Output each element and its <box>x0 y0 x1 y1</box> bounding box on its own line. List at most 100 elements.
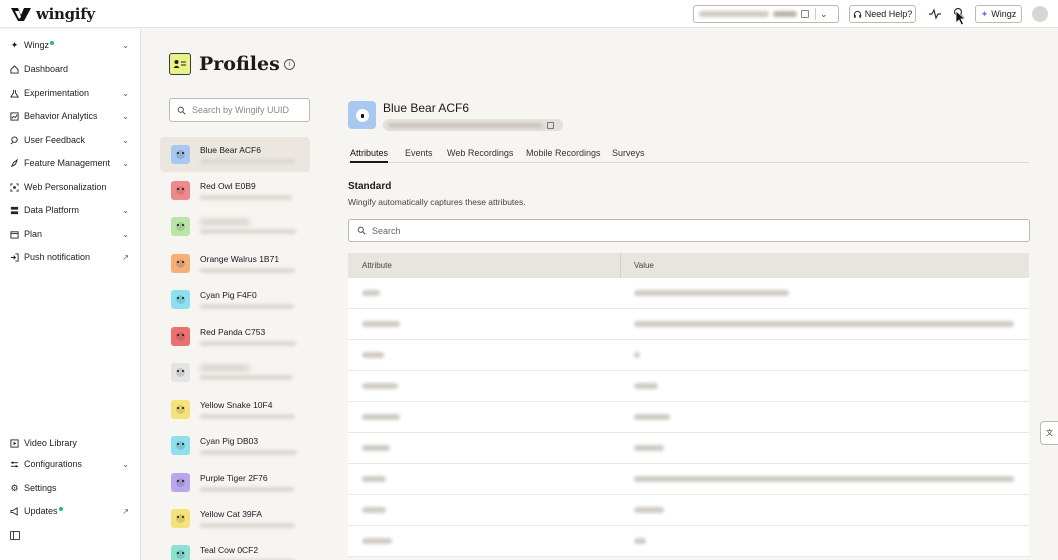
sidebar-item-behavior-analytics[interactable]: Behavior Analytics ⌄ <box>10 108 132 124</box>
profile-name: Blue Bear ACF6 <box>383 101 470 115</box>
attribute-key-redacted <box>362 352 384 358</box>
uuid-search-box[interactable] <box>169 98 310 122</box>
user-avatar[interactable] <box>1032 6 1048 22</box>
uuid-search-input[interactable] <box>192 105 302 115</box>
sidebar-item-updates[interactable]: Updates ↗ <box>10 503 132 519</box>
sidebar-item-label: Video Library <box>24 438 77 448</box>
profile-list-item[interactable]: Yellow Cat 39FA <box>160 501 310 536</box>
app-logo[interactable]: wingify <box>10 4 95 24</box>
info-icon[interactable]: i <box>283 58 295 70</box>
push-icon <box>10 252 19 262</box>
sidebar-item-push-notification[interactable]: Push notification ↗ <box>10 249 132 265</box>
wingz-button[interactable]: ✦ Wingz <box>975 5 1022 23</box>
profile-uuid-redacted <box>200 229 296 234</box>
sidebar-item-data-platform[interactable]: Data Platform ⌄ <box>10 202 132 218</box>
attribute-value-redacted <box>634 538 646 544</box>
profile-list-item[interactable] <box>160 209 310 244</box>
profile-avatar <box>171 327 190 346</box>
need-help-button[interactable]: Need Help? <box>849 5 916 23</box>
table-row <box>348 526 1029 557</box>
workspace-selector[interactable]: ⌄ <box>693 5 839 23</box>
profile-avatar <box>171 363 190 382</box>
table-row <box>348 464 1029 495</box>
profile-uuid-redacted <box>200 487 294 492</box>
sidebar: ✦ Wingz ⌄ Dashboard Experimentation ⌄ Be… <box>0 29 141 560</box>
sidebar-item-settings[interactable]: ⚙ Settings <box>10 480 132 496</box>
profile-list-item[interactable]: Yellow Snake 10F4 <box>160 392 310 427</box>
activity-icon[interactable] <box>928 7 942 21</box>
flask-icon <box>10 89 19 98</box>
profile-detail-header: Blue Bear ACF6 <box>348 101 563 131</box>
attribute-key-redacted <box>362 383 398 389</box>
table-row <box>348 433 1029 464</box>
sidebar-item-experimentation[interactable]: Experimentation ⌄ <box>10 85 132 101</box>
profile-list-item[interactable]: Purple Tiger 2F76 <box>160 465 310 500</box>
sidebar-item-plan[interactable]: Plan ⌄ <box>10 226 132 242</box>
profile-avatar <box>171 400 190 419</box>
attribute-value-redacted <box>634 290 789 296</box>
sidebar-item-label: Experimentation <box>24 88 90 98</box>
chevron-down-icon: ⌄ <box>122 135 129 145</box>
column-divider <box>620 253 621 278</box>
copy-icon[interactable] <box>801 10 809 18</box>
search-icon <box>177 106 186 115</box>
profile-uuid-redacted <box>200 450 297 455</box>
profile-avatar <box>171 545 190 560</box>
profile-list-item[interactable]: Cyan Pig F4F0 <box>160 282 310 317</box>
sidebar-item-label: Feature Management <box>24 158 111 168</box>
sidebar-item-label: Data Platform <box>24 205 80 215</box>
profile-list-item[interactable]: Blue Bear ACF6 <box>160 137 310 172</box>
new-indicator-dot <box>50 41 55 45</box>
sidebar-item-web-personalization[interactable]: Web Personalization <box>10 179 132 195</box>
tab-events[interactable]: Events <box>405 148 433 163</box>
sidebar-item-dashboard[interactable]: Dashboard <box>10 61 132 77</box>
sidebar-item-configurations[interactable]: Configurations ⌄ <box>10 456 132 472</box>
profile-uuid-redacted <box>200 195 292 200</box>
copy-icon[interactable] <box>547 121 554 129</box>
collapse-sidebar-icon[interactable] <box>10 531 20 540</box>
profile-avatar <box>171 509 190 528</box>
sidebar-item-wingz[interactable]: ✦ Wingz ⌄ <box>10 37 132 53</box>
chevron-down-icon: ⌄ <box>122 158 129 168</box>
sidebar-item-label: Dashboard <box>24 64 69 74</box>
profile-list-item[interactable]: Red Owl E0B9 <box>160 173 310 208</box>
attribute-search-input[interactable] <box>372 225 972 236</box>
profile-item-name: Yellow Cat 39FA <box>200 509 263 519</box>
table-row <box>348 495 1029 526</box>
profile-item-name: Cyan Pig F4F0 <box>200 290 257 300</box>
profile-list-item[interactable]: Red Panda C753 <box>160 319 310 354</box>
profile-list-item[interactable]: Orange Walrus 1B71 <box>160 246 310 281</box>
profile-list-item[interactable]: Cyan Pig DB03 <box>160 428 310 463</box>
search-icon <box>357 226 366 235</box>
gear-icon: ⚙ <box>10 482 19 493</box>
profile-item-name: Orange Walrus 1B71 <box>200 254 280 264</box>
profile-uuid-redacted <box>200 523 295 528</box>
sidebar-item-user-feedback[interactable]: User Feedback ⌄ <box>10 132 132 148</box>
attribute-key-redacted <box>362 538 392 544</box>
translate-icon: 文 <box>1046 430 1053 437</box>
profile-uuid-redacted <box>200 375 293 380</box>
sidebar-item-video-library[interactable]: Video Library <box>10 435 132 451</box>
attribute-value-redacted <box>634 321 1014 327</box>
tab-attributes[interactable]: Attributes <box>350 148 389 163</box>
page-header: Profiles i <box>169 53 295 75</box>
tab-mobile-recordings[interactable]: Mobile Recordings <box>526 148 601 163</box>
profile-avatar <box>171 254 190 273</box>
uuid-redacted <box>388 122 543 128</box>
attribute-search-box[interactable] <box>348 219 1030 242</box>
profile-list-item[interactable] <box>160 355 310 390</box>
sidebar-item-feature-management[interactable]: Feature Management ⌄ <box>10 155 132 171</box>
attribute-value-redacted <box>634 476 1014 482</box>
translate-widget[interactable]: 文 <box>1040 421 1058 445</box>
tab-web-recordings[interactable]: Web Recordings <box>447 148 513 163</box>
column-header-attribute: Attribute <box>362 261 392 270</box>
attribute-value-redacted <box>634 507 664 513</box>
profile-avatar <box>171 436 190 455</box>
tab-surveys[interactable]: Surveys <box>612 148 645 163</box>
wingz-label: Wingz <box>991 9 1017 19</box>
profile-list-item[interactable]: Teal Cow 0CF2 <box>160 537 310 560</box>
profile-item-name: Teal Cow 0CF2 <box>200 545 259 555</box>
sidebar-item-label: Behavior Analytics <box>24 111 98 121</box>
detail-tabs: Attributes Events Web Recordings Mobile … <box>348 145 1029 163</box>
database-icon <box>10 206 19 215</box>
